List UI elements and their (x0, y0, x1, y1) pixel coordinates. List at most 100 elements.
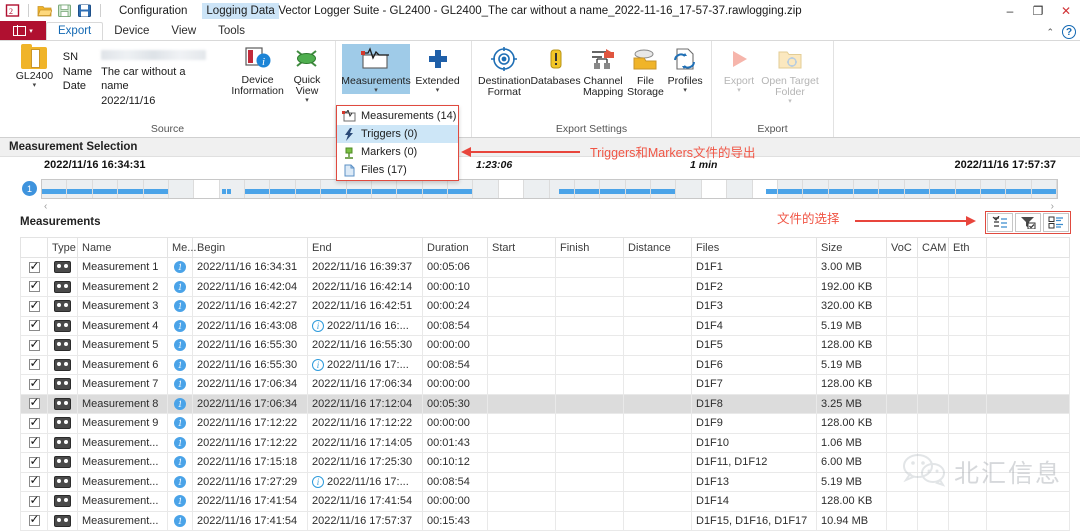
row-checkbox[interactable] (21, 258, 48, 278)
th-finish[interactable]: Finish (556, 238, 624, 258)
row-checkbox[interactable] (21, 414, 48, 434)
th-voc[interactable]: VoC (887, 238, 918, 258)
dropdown-item-measurements[interactable]: Measurements (14) (337, 107, 458, 125)
checkbox-icon[interactable] (29, 437, 40, 448)
device-gl2400-button[interactable]: GL2400 ▾ (6, 44, 63, 89)
save-icon[interactable] (57, 3, 72, 18)
timeline-scroll-left[interactable]: ‹ (44, 201, 47, 212)
table-row[interactable]: Measurement 912022/11/16 17:12:222022/11… (21, 414, 1070, 434)
th-cam[interactable]: CAM (918, 238, 949, 258)
table-row[interactable]: Measurement...12022/11/16 17:12:222022/1… (21, 433, 1070, 453)
table-row[interactable]: Measurement...12022/11/16 17:41:542022/1… (21, 492, 1070, 512)
checkbox-icon[interactable] (29, 496, 40, 507)
tab-device[interactable]: Device (103, 23, 160, 40)
row-checkbox[interactable] (21, 316, 48, 336)
table-row[interactable]: Measurement 612022/11/16 16:55:30i2022/1… (21, 355, 1070, 375)
save-as-icon[interactable] (77, 3, 92, 18)
file-menu-button[interactable]: ▾ (0, 21, 46, 40)
th-eth[interactable]: Eth (949, 238, 987, 258)
checkbox-icon[interactable] (29, 398, 40, 409)
dropdown-item-triggers[interactable]: Triggers (0) (337, 125, 458, 143)
device-information-button[interactable]: i Device Information (230, 44, 285, 97)
divider (100, 4, 101, 17)
table-row[interactable]: Measurement...12022/11/16 17:41:542022/1… (21, 511, 1070, 531)
menu-configuration[interactable]: Configuration (115, 3, 191, 19)
measurements-dropdown-menu[interactable]: Measurements (14) Triggers (0) Markers (… (336, 105, 459, 181)
checkbox-icon[interactable] (29, 359, 40, 370)
columns-icon[interactable] (1043, 213, 1069, 232)
dropdown-item-markers[interactable]: Markers (0) (337, 143, 458, 161)
th-me[interactable]: Me... (168, 238, 193, 258)
row-checkbox[interactable] (21, 472, 48, 492)
th-duration[interactable]: Duration (423, 238, 488, 258)
databases-button[interactable]: Databases (531, 44, 581, 87)
file-storage-button[interactable]: File Storage (626, 44, 666, 98)
checkbox-icon[interactable] (29, 379, 40, 390)
table-row[interactable]: Measurement 312022/11/16 16:42:272022/11… (21, 297, 1070, 317)
collapse-ribbon-icon[interactable]: ⌃ (1046, 27, 1054, 38)
row-checkbox[interactable] (21, 394, 48, 414)
timeline-handle[interactable]: 1 (22, 181, 37, 196)
row-checkbox[interactable] (21, 453, 48, 473)
table-row[interactable]: Measurement...12022/11/16 17:15:182022/1… (21, 453, 1070, 473)
profiles-button[interactable]: Profiles ▾ (665, 44, 705, 94)
tab-tools[interactable]: Tools (207, 23, 256, 40)
filter-icon[interactable] (1015, 213, 1041, 232)
th-type[interactable]: Type (48, 238, 78, 258)
table-row[interactable]: Measurement 412022/11/16 16:43:08i2022/1… (21, 316, 1070, 336)
row-checkbox[interactable] (21, 375, 48, 395)
checkbox-icon[interactable] (29, 320, 40, 331)
open-folder-icon[interactable] (37, 3, 52, 18)
th-start[interactable]: Start (488, 238, 556, 258)
checkbox-icon[interactable] (29, 262, 40, 273)
checkbox-icon[interactable] (29, 515, 40, 526)
extended-button[interactable]: Extended ▾ (410, 44, 465, 94)
th-name[interactable]: Name (78, 238, 168, 258)
channel-mapping-button[interactable]: Channel Mapping (581, 44, 626, 98)
dropdown-item-files[interactable]: Files (17) (337, 161, 458, 179)
maximize-button[interactable]: ❐ (1024, 0, 1052, 21)
destination-format-button[interactable]: Destination Format (478, 44, 531, 98)
measurements-button[interactable]: Measurements ▾ (342, 44, 410, 94)
timeline-track[interactable] (41, 179, 1058, 199)
measurements-table[interactable]: Type Name Me... Begin End Duration Start… (20, 237, 1070, 531)
checkbox-icon[interactable] (29, 301, 40, 312)
th-end[interactable]: End (308, 238, 423, 258)
table-row[interactable]: Measurement 512022/11/16 16:55:302022/11… (21, 336, 1070, 356)
row-checkbox[interactable] (21, 433, 48, 453)
row-checkbox[interactable] (21, 277, 48, 297)
row-checkbox[interactable] (21, 336, 48, 356)
tab-view[interactable]: View (160, 23, 207, 40)
checkbox-icon[interactable] (29, 281, 40, 292)
open-target-folder-button[interactable]: Open Target Folder ▾ (760, 44, 820, 105)
checkbox-icon[interactable] (29, 476, 40, 487)
menu-logging-data[interactable]: Logging Data (202, 3, 278, 19)
checkbox-icon[interactable] (29, 457, 40, 468)
row-checkbox[interactable] (21, 297, 48, 317)
th-size[interactable]: Size (817, 238, 887, 258)
th-begin[interactable]: Begin (193, 238, 308, 258)
select-measurements-icon[interactable] (987, 213, 1013, 232)
export-button[interactable]: Export ▾ (718, 44, 760, 94)
row-checkbox[interactable] (21, 355, 48, 375)
quick-view-button[interactable]: Quick View ▾ (285, 44, 329, 104)
table-row[interactable]: Measurement 212022/11/16 16:42:042022/11… (21, 277, 1070, 297)
th-distance[interactable]: Distance (624, 238, 692, 258)
row-checkbox[interactable] (21, 511, 48, 531)
info-icon[interactable]: i (312, 320, 324, 332)
checkbox-icon[interactable] (29, 340, 40, 351)
info-icon[interactable]: i (312, 476, 324, 488)
table-row[interactable]: Measurement 112022/11/16 16:34:312022/11… (21, 258, 1070, 278)
tab-export[interactable]: Export (46, 22, 103, 41)
row-checkbox[interactable] (21, 492, 48, 512)
info-icon[interactable]: i (312, 359, 324, 371)
table-row[interactable]: Measurement 712022/11/16 17:06:342022/11… (21, 375, 1070, 395)
table-row[interactable]: Measurement...12022/11/16 17:27:29i2022/… (21, 472, 1070, 492)
checkbox-icon[interactable] (29, 418, 40, 429)
help-icon[interactable]: ? (1062, 25, 1076, 39)
minimize-button[interactable]: – (996, 0, 1024, 21)
th-checkbox[interactable] (21, 238, 48, 258)
th-files[interactable]: Files (692, 238, 817, 258)
table-row[interactable]: Measurement 812022/11/16 17:06:342022/11… (21, 394, 1070, 414)
close-button[interactable]: ✕ (1052, 0, 1080, 21)
